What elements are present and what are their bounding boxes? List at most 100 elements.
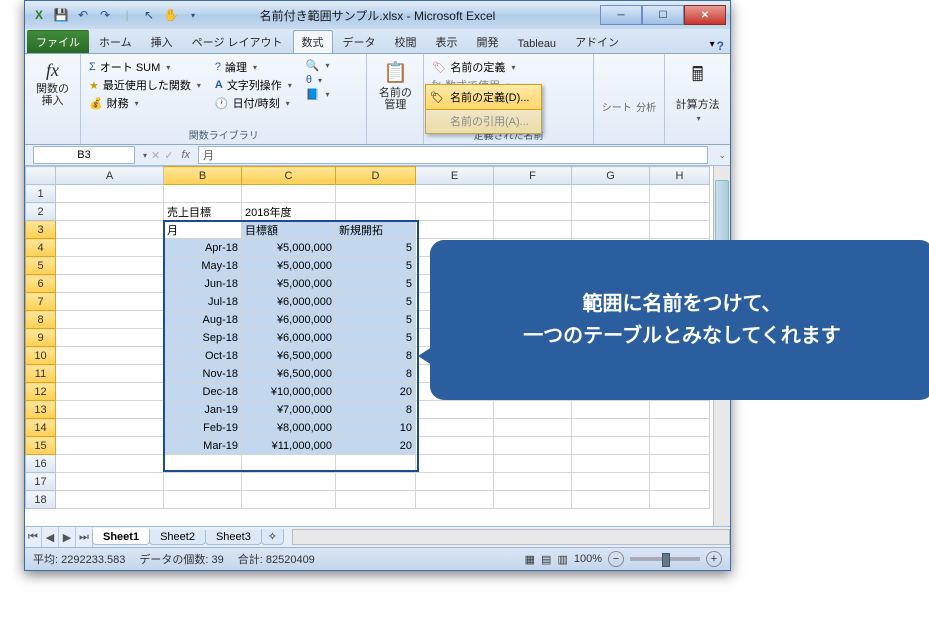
zoom-out-button[interactable]: − — [608, 551, 624, 567]
cell[interactable]: ¥5,000,000 — [242, 275, 336, 293]
maximize-button[interactable]: ☐ — [642, 5, 684, 25]
name-manager-button[interactable]: 📋 名前の 管理 — [373, 58, 417, 113]
cell[interactable]: 5 — [336, 311, 416, 329]
formula-expand-icon[interactable]: ⌄ — [714, 150, 730, 161]
cell[interactable]: 2018年度 — [242, 203, 336, 221]
autosum-button[interactable]: Σオート SUM▾ — [87, 58, 203, 76]
view-break-icon[interactable]: ▥ — [557, 553, 567, 566]
row-header[interactable]: 3 — [26, 221, 56, 239]
tab-insert[interactable]: 挿入 — [142, 30, 182, 53]
text-button[interactable]: A文字列操作▾ — [213, 76, 294, 94]
cell[interactable]: 20 — [336, 383, 416, 401]
row-header[interactable]: 13 — [26, 401, 56, 419]
cell[interactable]: 5 — [336, 239, 416, 257]
save-icon[interactable]: 💾 — [51, 5, 71, 25]
cell[interactable]: 8 — [336, 401, 416, 419]
tab-home[interactable]: ホーム — [90, 30, 141, 53]
cell[interactable]: Mar-19 — [164, 437, 242, 455]
col-header[interactable]: E — [416, 167, 494, 185]
view-layout-icon[interactable]: ▤ — [541, 553, 551, 566]
zoom-slider[interactable] — [630, 557, 700, 561]
cell[interactable]: Nov-18 — [164, 365, 242, 383]
define-name-button[interactable]: 🏷名前の定義▾ — [430, 58, 586, 76]
cell[interactable]: 新規開拓 — [336, 221, 416, 239]
tab-tableau[interactable]: Tableau — [509, 34, 566, 53]
cell[interactable]: ¥7,000,000 — [242, 401, 336, 419]
row-header[interactable]: 10 — [26, 347, 56, 365]
row-header[interactable]: 15 — [26, 437, 56, 455]
tab-page-layout[interactable]: ページ レイアウト — [183, 30, 292, 53]
formula-input[interactable]: 月 — [198, 146, 708, 164]
sheet-nav-last-icon[interactable]: ⏭ — [76, 527, 93, 547]
cell[interactable]: ¥6,000,000 — [242, 293, 336, 311]
name-box[interactable]: B3 — [33, 146, 135, 164]
close-button[interactable]: ✕ — [684, 5, 726, 25]
row-header[interactable]: 18 — [26, 491, 56, 509]
cell[interactable]: ¥5,000,000 — [242, 257, 336, 275]
cursor-icon[interactable]: ↖ — [139, 5, 159, 25]
row-header[interactable]: 7 — [26, 293, 56, 311]
cell[interactable]: Aug-18 — [164, 311, 242, 329]
cell[interactable]: 売上目標 — [164, 203, 242, 221]
col-header[interactable]: C — [242, 167, 336, 185]
cell[interactable]: 20 — [336, 437, 416, 455]
cell[interactable]: ¥11,000,000 — [242, 437, 336, 455]
col-header[interactable]: A — [56, 167, 164, 185]
sheet-tab[interactable]: Sheet2 — [149, 530, 206, 545]
row-header[interactable]: 6 — [26, 275, 56, 293]
calculation-options-button[interactable]: 🖩 計算方法 ▾ — [671, 58, 724, 125]
sheet-nav-prev-icon[interactable]: ◀ — [42, 527, 59, 547]
recent-functions-button[interactable]: ★最近使用した関数▾ — [87, 76, 203, 94]
cell[interactable]: ¥10,000,000 — [242, 383, 336, 401]
logical-button[interactable]: ?論理▾ — [213, 58, 294, 76]
tab-data[interactable]: データ — [334, 30, 385, 53]
fx-label-icon[interactable]: fx — [177, 149, 194, 161]
row-header[interactable]: 11 — [26, 365, 56, 383]
datetime-button[interactable]: 🕐日付/時刻▾ — [213, 94, 294, 112]
col-header[interactable]: G — [572, 167, 650, 185]
minimize-button[interactable]: ─ — [600, 5, 642, 25]
row-header[interactable]: 14 — [26, 419, 56, 437]
more-functions-button[interactable]: 📘▾ — [304, 87, 332, 102]
row-header[interactable]: 16 — [26, 455, 56, 473]
qat-dropdown-icon[interactable]: ▾ — [183, 5, 203, 25]
name-box-dropdown-icon[interactable]: ▾ — [143, 151, 147, 160]
col-header[interactable]: D — [336, 167, 416, 185]
redo-icon[interactable]: ↷ — [95, 5, 115, 25]
cell[interactable]: ¥8,000,000 — [242, 419, 336, 437]
ribbon-minimize-icon[interactable]: ▾ — [710, 39, 715, 53]
cell[interactable]: 5 — [336, 257, 416, 275]
tab-developer[interactable]: 開発 — [468, 30, 508, 53]
row-header[interactable]: 1 — [26, 185, 56, 203]
row-header[interactable]: 2 — [26, 203, 56, 221]
horizontal-scrollbar[interactable] — [292, 529, 730, 545]
menu-define-name[interactable]: 🏷 名前の定義(D)... — [425, 84, 542, 110]
tab-file[interactable]: ファイル — [27, 30, 89, 53]
math-button[interactable]: θ▾ — [304, 73, 332, 87]
row-header[interactable]: 8 — [26, 311, 56, 329]
col-header[interactable]: B — [164, 167, 242, 185]
active-cell[interactable]: 月 — [164, 221, 242, 239]
sheet-nav-first-icon[interactable]: ⏮ — [25, 527, 42, 547]
row-header[interactable]: 5 — [26, 257, 56, 275]
row-header[interactable]: 9 — [26, 329, 56, 347]
zoom-in-button[interactable]: + — [706, 551, 722, 567]
tab-addin[interactable]: アドイン — [566, 30, 628, 53]
cell[interactable]: Jul-18 — [164, 293, 242, 311]
cell[interactable]: Jun-18 — [164, 275, 242, 293]
tab-review[interactable]: 校閲 — [386, 30, 426, 53]
fx-enter-icon[interactable]: ✓ — [164, 149, 173, 162]
fx-cancel-icon[interactable]: ✕ — [151, 149, 160, 162]
cell[interactable]: 目標額 — [242, 221, 336, 239]
cell[interactable]: 5 — [336, 293, 416, 311]
cell[interactable]: ¥5,000,000 — [242, 239, 336, 257]
tab-view[interactable]: 表示 — [427, 30, 467, 53]
financial-button[interactable]: 💰財務▾ — [87, 94, 203, 112]
help-icon[interactable]: ? — [717, 39, 724, 53]
row-header[interactable]: 12 — [26, 383, 56, 401]
cell[interactable]: Oct-18 — [164, 347, 242, 365]
select-all-corner[interactable] — [26, 167, 56, 185]
cell[interactable]: 10 — [336, 419, 416, 437]
new-sheet-button[interactable]: ✧ — [261, 529, 284, 545]
cell[interactable]: Sep-18 — [164, 329, 242, 347]
